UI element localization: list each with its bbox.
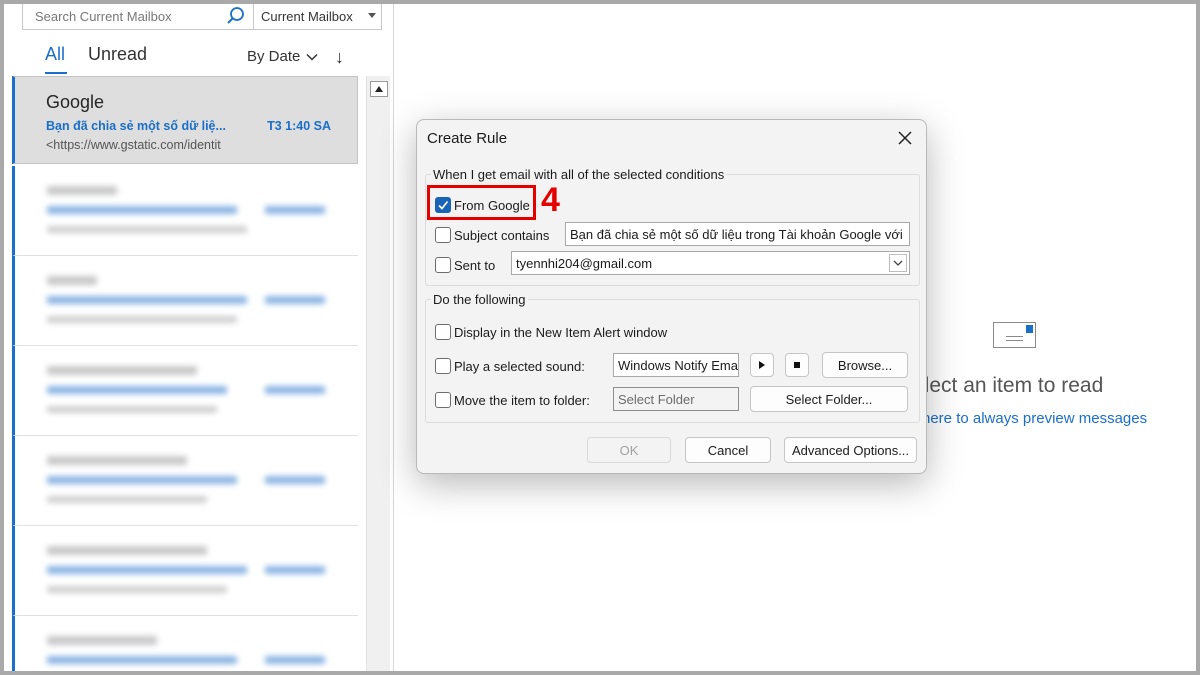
- mail-sender: Google: [46, 92, 105, 112]
- search-icon[interactable]: [225, 5, 247, 27]
- advanced-options-button[interactable]: Advanced Options...: [784, 437, 917, 463]
- blurred-sender: [47, 546, 207, 555]
- blurred-preview: [47, 226, 247, 233]
- subject-contains-checkbox[interactable]: [435, 227, 451, 243]
- move-to-folder-label[interactable]: Move the item to folder:: [454, 393, 590, 408]
- close-icon[interactable]: [896, 129, 914, 147]
- blurred-preview: [47, 316, 237, 323]
- sort-by-dropdown[interactable]: By Date: [247, 48, 318, 65]
- search-input[interactable]: Search Current Mailbox: [22, 4, 254, 30]
- sort-by-label: By Date: [247, 48, 301, 65]
- play-sound-button[interactable]: [750, 353, 774, 377]
- conditions-group-label: When I get email with all of the selecte…: [431, 167, 727, 182]
- move-to-folder-checkbox[interactable]: [435, 392, 451, 408]
- sent-to-dropdown[interactable]: tyennhi204@gmail.com: [511, 251, 910, 275]
- select-folder-button[interactable]: Select Folder...: [750, 386, 908, 412]
- envelope-stamp: [1026, 325, 1033, 333]
- blurred-sender: [47, 186, 117, 195]
- scroll-up-button[interactable]: [370, 81, 388, 97]
- blurred-time: [265, 386, 325, 394]
- play-sound-label[interactable]: Play a selected sound:: [454, 359, 585, 374]
- chevron-down-icon: [368, 13, 376, 18]
- sent-to-label[interactable]: Sent to: [454, 258, 495, 273]
- mail-subject: Bạn đã chia sẻ một số dữ liệ...: [46, 119, 226, 133]
- blurred-time: [265, 296, 325, 304]
- folder-input: Select Folder: [613, 387, 739, 411]
- subject-contains-input[interactable]: Bạn đã chia sẻ một số dữ liệu trong Tài …: [565, 222, 910, 246]
- search-scope-label: Current Mailbox: [261, 9, 353, 24]
- create-rule-dialog: Create Rule When I get email with all of…: [416, 119, 927, 474]
- blurred-preview: [47, 586, 227, 593]
- subject-contains-label[interactable]: Subject contains: [454, 228, 549, 243]
- actions-group-label: Do the following: [431, 292, 528, 307]
- always-preview-link[interactable]: here to always preview messages: [922, 410, 1147, 427]
- blurred-sender: [47, 366, 197, 375]
- browse-button[interactable]: Browse...: [822, 352, 908, 378]
- sent-to-checkbox[interactable]: [435, 257, 451, 273]
- step-highlight-box: [427, 185, 536, 220]
- chevron-down-icon: [893, 260, 903, 266]
- play-icon: [759, 361, 765, 369]
- search-scope-dropdown[interactable]: Current Mailbox: [254, 4, 382, 30]
- tab-all[interactable]: All: [45, 44, 65, 65]
- list-item-blurred[interactable]: [12, 526, 358, 616]
- play-sound-checkbox[interactable]: [435, 358, 451, 374]
- blurred-time: [265, 566, 325, 574]
- list-item-blurred[interactable]: [12, 346, 358, 436]
- blurred-sender: [47, 636, 157, 645]
- dialog-title: Create Rule: [427, 130, 508, 147]
- list-item-blurred[interactable]: [12, 256, 358, 346]
- chevron-down-icon: [306, 53, 318, 61]
- list-item-blurred[interactable]: [12, 436, 358, 526]
- reading-pane-title: elect an item to read: [913, 374, 1104, 397]
- step-number: 4: [541, 181, 560, 219]
- blurred-subject: [47, 566, 247, 574]
- stop-sound-button[interactable]: [785, 353, 809, 377]
- blurred-subject: [47, 296, 247, 304]
- new-item-alert-label[interactable]: Display in the New Item Alert window: [454, 325, 667, 340]
- envelope-icon: [993, 322, 1036, 348]
- mail-list: Google Bạn đã chia sẻ một số dữ liệ... T…: [12, 76, 358, 671]
- blurred-subject: [47, 206, 237, 214]
- stop-icon: [794, 362, 800, 368]
- blurred-subject: [47, 386, 227, 394]
- search-placeholder: Search Current Mailbox: [35, 9, 172, 24]
- blurred-preview: [47, 496, 207, 503]
- blurred-subject: [47, 476, 237, 484]
- envelope-line: [1006, 336, 1023, 337]
- mail-list-pane: Search Current Mailbox Current Mailbox A…: [4, 4, 394, 671]
- blurred-preview: [47, 406, 217, 413]
- cancel-button[interactable]: Cancel: [685, 437, 771, 463]
- blurred-subject: [47, 656, 237, 664]
- sent-to-dropdown-button[interactable]: [889, 254, 907, 272]
- envelope-line: [1006, 340, 1023, 341]
- list-item-blurred[interactable]: [12, 616, 358, 671]
- sort-direction-arrow-icon[interactable]: ↓: [335, 47, 344, 68]
- list-item-blurred[interactable]: [12, 166, 358, 256]
- mail-item-selected[interactable]: Google Bạn đã chia sẻ một số dữ liệ... T…: [12, 76, 358, 164]
- tab-unread[interactable]: Unread: [88, 44, 147, 65]
- blurred-sender: [47, 456, 187, 465]
- blurred-sender: [47, 276, 97, 285]
- blurred-time: [265, 476, 325, 484]
- blurred-time: [265, 206, 325, 214]
- mail-preview: <https://www.gstatic.com/identit: [46, 138, 221, 152]
- blurred-time: [265, 656, 325, 664]
- tab-all-underline: [45, 72, 67, 74]
- sound-file-input[interactable]: Windows Notify Ema: [613, 353, 739, 377]
- ok-button[interactable]: OK: [587, 437, 671, 463]
- mail-list-scrollbar[interactable]: [366, 76, 390, 671]
- sent-to-value: tyennhi204@gmail.com: [516, 256, 653, 271]
- new-item-alert-checkbox[interactable]: [435, 324, 451, 340]
- mail-time: T3 1:40 SA: [267, 119, 331, 133]
